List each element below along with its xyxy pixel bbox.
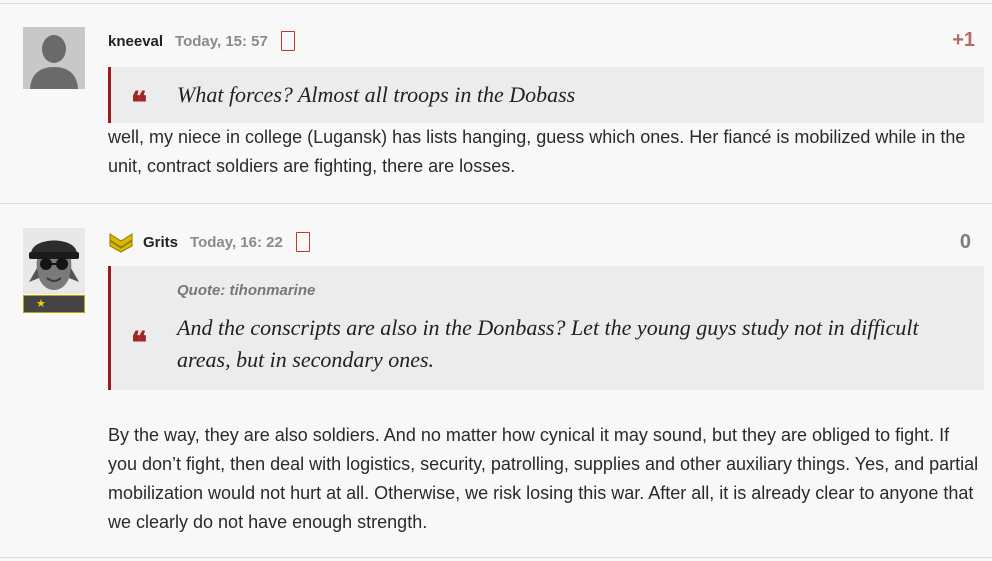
username-link[interactable]: Grits <box>143 234 178 251</box>
avatar[interactable] <box>23 27 85 89</box>
quote-mark-icon: ❝ <box>131 326 148 361</box>
comment-body: well, my niece in college (Lugansk) has … <box>108 127 966 176</box>
quote-text: What forces? Almost all troops in the Do… <box>177 82 576 107</box>
comment-item: ★ Grits Today, 16: 22 0 Quote: tihonmari… <box>0 204 992 557</box>
comment-timestamp: Today, 16: 22 <box>190 233 283 251</box>
comment-divider <box>0 557 992 558</box>
comment-header: kneeval Today, 15: 57 <box>108 31 295 51</box>
report-flag-icon[interactable] <box>280 31 295 51</box>
quote-block: ❝ What forces? Almost all troops in the … <box>108 67 984 123</box>
default-user-icon <box>23 27 85 89</box>
comment-item: kneeval Today, 15: 57 +1 ❝ What forces? … <box>0 0 992 203</box>
avatar[interactable] <box>23 228 85 294</box>
comment-timestamp: Today, 15: 57 <box>175 32 268 50</box>
report-flag-icon[interactable] <box>295 232 310 252</box>
rank-chevron-icon <box>109 233 133 253</box>
quote-block: Quote: tihonmarine ❝ And the conscripts … <box>108 266 984 390</box>
quote-mark-icon: ❝ <box>131 86 148 121</box>
comment-rating[interactable]: 0 <box>960 231 971 254</box>
rank-badge: ★ <box>23 295 85 313</box>
user-photo-icon <box>23 228 85 294</box>
comment-header: Grits Today, 16: 22 <box>108 232 310 253</box>
username-link[interactable]: kneeval <box>108 33 163 50</box>
quote-text: And the conscripts are also in the Donba… <box>177 315 919 372</box>
comment-rating[interactable]: +1 <box>952 29 975 52</box>
rank-star-icon: ★ <box>36 297 46 310</box>
comment-body: By the way, they are also soldiers. And … <box>108 425 979 532</box>
quote-source: Quote: tihonmarine <box>177 282 316 299</box>
